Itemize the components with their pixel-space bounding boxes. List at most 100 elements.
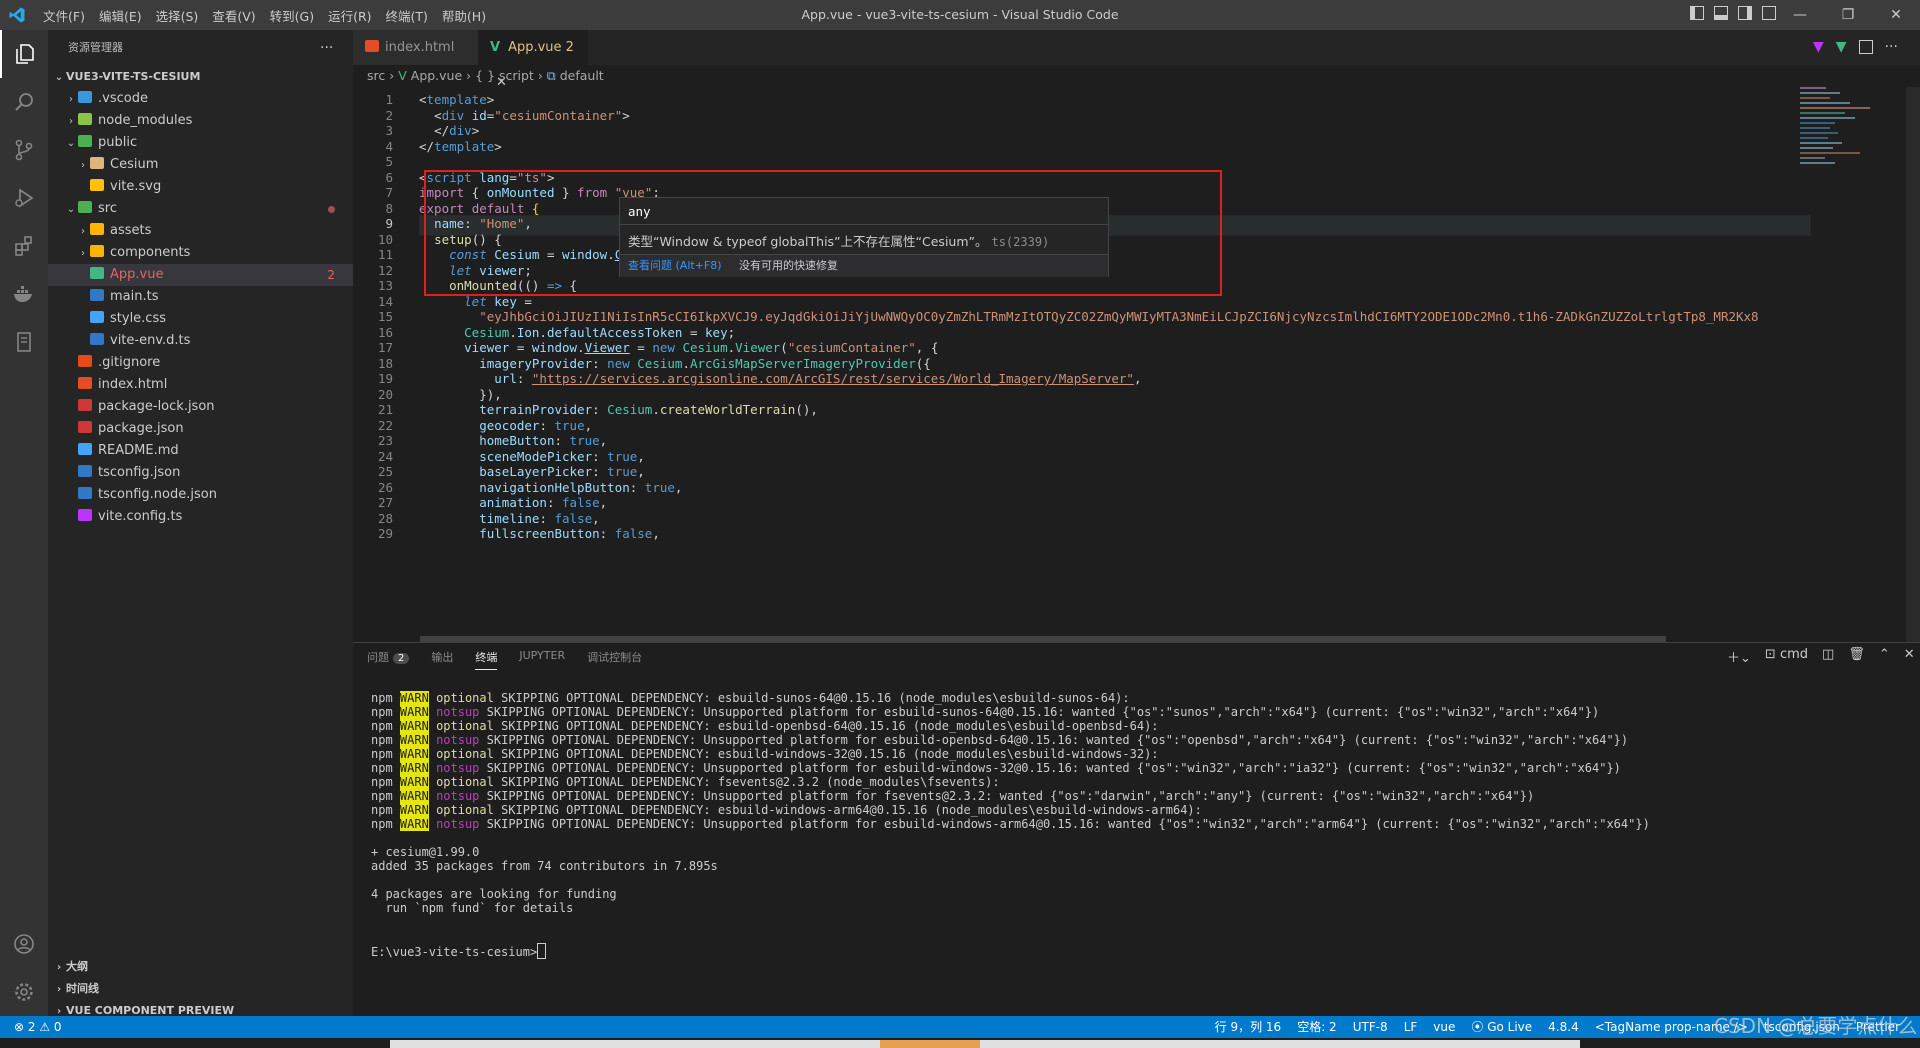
minimize-button[interactable]: — — [1776, 0, 1824, 30]
editor-scrollbar[interactable] — [1906, 87, 1920, 642]
breadcrumb-script[interactable]: { } script — [475, 68, 534, 83]
tree-item[interactable]: › assets — [48, 220, 353, 242]
language-mode[interactable]: vue — [1433, 1016, 1455, 1038]
menu-selection[interactable]: 选择(S) — [149, 6, 206, 25]
tab-app-vue[interactable]: V App.vue 2 ✕ — [478, 30, 588, 90]
tree-item[interactable]: .gitignore — [48, 352, 353, 374]
tree-item[interactable]: package-lock.json — [48, 396, 353, 418]
docker-icon[interactable] — [0, 270, 48, 318]
breadcrumb-default[interactable]: default — [560, 68, 604, 83]
tree-item[interactable]: › .vscode — [48, 88, 353, 110]
toggle-secondary-sidebar-icon[interactable] — [1738, 6, 1752, 20]
more-actions-icon[interactable]: ··· — [320, 30, 333, 66]
tree-item[interactable]: › node_modules — [48, 110, 353, 132]
status-bar: ⊗ 2 ⚠ 0 行 9，列 16 空格: 2 UTF-8 LF vue ⦿ Go… — [0, 1016, 1920, 1038]
explorer-icon[interactable] — [0, 30, 48, 78]
tree-item[interactable]: › components — [48, 242, 353, 264]
tab-index-html[interactable]: index.html — [353, 30, 478, 65]
line-ending[interactable]: LF — [1404, 1016, 1418, 1038]
tree-item[interactable]: ⌄ public — [48, 132, 353, 154]
menu-run[interactable]: 运行(R) — [321, 6, 378, 25]
tree-item[interactable]: style.css — [48, 308, 353, 330]
minimap[interactable] — [1780, 87, 1900, 237]
kill-terminal-icon[interactable]: 🗑 — [1848, 647, 1865, 666]
tree-item[interactable]: main.ts — [48, 286, 353, 308]
menu-file[interactable]: 文件(F) — [36, 6, 92, 25]
encoding[interactable]: UTF-8 — [1353, 1016, 1388, 1038]
split-editor-icon[interactable] — [1858, 40, 1873, 54]
tree-item[interactable]: package.json — [48, 418, 353, 440]
tree-item[interactable]: › Cesium — [48, 154, 353, 176]
toggle-panel-icon[interactable] — [1714, 6, 1728, 20]
tab-problems[interactable]: 问题 2 — [367, 649, 410, 670]
split-terminal-icon[interactable]: ◫ — [1822, 647, 1834, 666]
terminal-shell-icon[interactable]: ⊡ cmd — [1765, 647, 1808, 666]
tree-item[interactable]: README.md — [48, 440, 353, 462]
ts-version[interactable]: 4.8.4 — [1548, 1016, 1579, 1038]
breadcrumb-file[interactable]: App.vue — [411, 68, 462, 83]
line-number: 2 — [385, 107, 393, 123]
taskbar-segment-active — [880, 1040, 980, 1048]
notebook-icon[interactable] — [0, 318, 48, 366]
terminal-output[interactable]: npm WARN optional SKIPPING OPTIONAL DEPE… — [371, 691, 1650, 959]
account-icon[interactable] — [0, 920, 48, 968]
close-window-button[interactable]: ✕ — [1872, 0, 1920, 30]
tree-item[interactable]: vite.config.ts — [48, 506, 353, 528]
tab-output[interactable]: 输出 — [431, 649, 453, 670]
toggle-sidebar-icon[interactable] — [1690, 6, 1704, 20]
new-terminal-icon[interactable]: ＋⌄ — [1727, 647, 1751, 666]
menu-go[interactable]: 转到(G) — [263, 6, 321, 25]
menu-help[interactable]: 帮助(H) — [435, 6, 493, 25]
tab-terminal[interactable]: 终端 — [475, 649, 498, 670]
extensions-icon[interactable] — [0, 222, 48, 270]
chevron-down-icon: ⌄ — [66, 204, 76, 215]
code-line: terrainProvider: Cesium.createWorldTerra… — [479, 402, 818, 417]
tree-item-label: components — [110, 245, 191, 260]
tab-debug-console[interactable]: 调试控制台 — [587, 649, 642, 670]
tab-jupyter[interactable]: JUPYTER — [519, 649, 565, 670]
section-timeline[interactable]: › 时间线 — [48, 978, 353, 1000]
terminal-line: npm WARN optional SKIPPING OPTIONAL DEPE… — [371, 775, 1000, 789]
search-icon[interactable] — [0, 78, 48, 126]
line-number: 1 — [385, 92, 393, 107]
section-outline[interactable]: › 大纲 — [48, 956, 353, 978]
cursor-position[interactable]: 行 9，列 16 — [1215, 1016, 1282, 1038]
settings-gear-icon[interactable] — [0, 968, 48, 1016]
code-line: sceneModePicker: true, — [479, 448, 645, 464]
go-live-button[interactable]: ⦿ Go Live — [1471, 1016, 1532, 1038]
tree-item[interactable]: vite.svg — [48, 176, 353, 198]
menu-edit[interactable]: 编辑(E) — [92, 6, 149, 25]
problems-status[interactable]: ⊗ 2 ⚠ 0 — [14, 1016, 62, 1038]
annotation-highlight-box — [424, 170, 1222, 296]
file-type-icon — [78, 421, 92, 433]
problem-count-badge: 2 — [327, 268, 335, 282]
source-control-icon[interactable] — [0, 126, 48, 174]
restore-button[interactable]: ❐ — [1824, 0, 1872, 30]
tree-item[interactable]: index.html — [48, 374, 353, 396]
vite-icon[interactable]: ▼ — [1813, 39, 1824, 55]
tree-item[interactable]: App.vue 2 — [48, 264, 353, 286]
taskbar-segment — [390, 1040, 880, 1048]
customize-layout-icon[interactable] — [1762, 6, 1776, 20]
run-debug-icon[interactable] — [0, 174, 48, 222]
tree-item[interactable]: tsconfig.node.json — [48, 484, 353, 506]
watermark: CSDN @总要学点什么 — [1714, 1014, 1918, 1038]
indentation[interactable]: 空格: 2 — [1297, 1016, 1337, 1038]
close-panel-icon[interactable]: ✕ — [1904, 647, 1915, 666]
menu-view[interactable]: 查看(V) — [205, 6, 262, 25]
line-number: 14 — [377, 293, 393, 309]
breadcrumb-src[interactable]: src — [367, 68, 385, 83]
panel-actions: ＋⌄ ⊡ cmd ◫ 🗑 ⌃ ✕ — [1727, 647, 1915, 666]
code-line: navigationHelpButton: true, — [479, 479, 683, 495]
tree-item[interactable]: ⌄ src — [48, 198, 353, 220]
more-editor-actions-icon[interactable]: ··· — [1885, 39, 1898, 55]
tree-item[interactable]: tsconfig.json — [48, 462, 353, 484]
title-bar: 文件(F) 编辑(E) 选择(S) 查看(V) 转到(G) 运行(R) 终端(T… — [0, 0, 1920, 30]
terminal-prompt[interactable]: E:\vue3-vite-ts-cesium> — [371, 943, 1650, 959]
project-root[interactable]: ⌄ VUE3-VITE-TS-CESIUM — [48, 66, 353, 88]
vue-preview-icon[interactable]: ▼ — [1836, 39, 1847, 55]
menu-terminal[interactable]: 终端(T) — [379, 6, 435, 25]
maximize-panel-icon[interactable]: ⌃ — [1879, 647, 1890, 666]
tree-item[interactable]: vite-env.d.ts — [48, 330, 353, 352]
file-type-icon — [78, 135, 92, 147]
